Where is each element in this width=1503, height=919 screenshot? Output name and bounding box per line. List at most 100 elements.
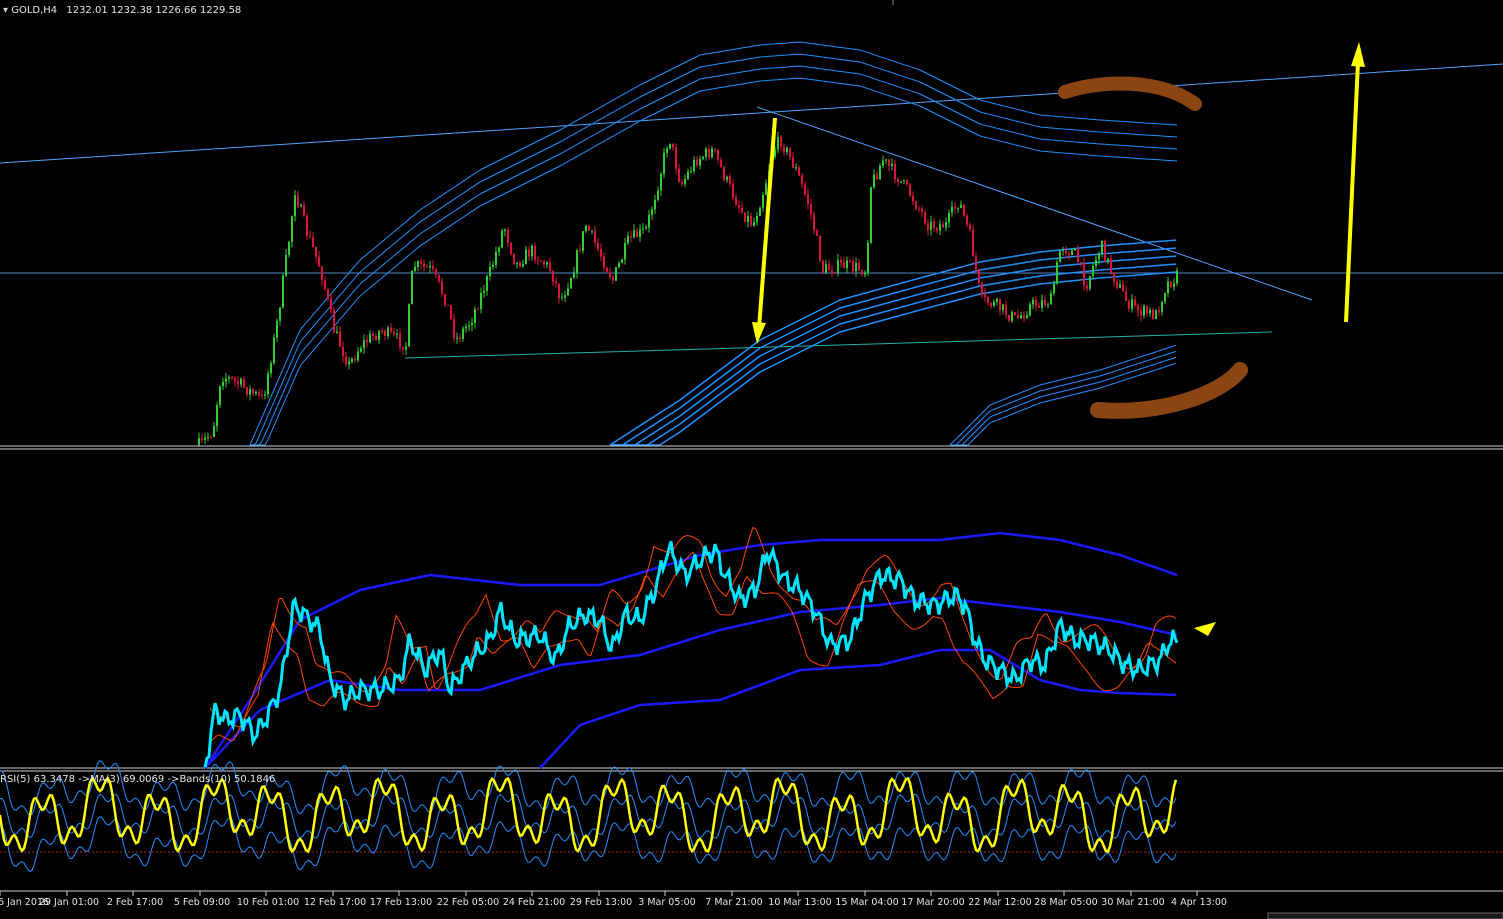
scrollbar[interactable] — [1267, 912, 1503, 919]
candle-body — [1047, 304, 1049, 306]
candle-body — [1170, 281, 1172, 288]
candle-body — [759, 207, 761, 217]
candle-body — [897, 179, 899, 183]
candle-body — [837, 259, 839, 274]
candle-body — [315, 246, 317, 257]
candle-body — [546, 262, 548, 265]
candle-body — [489, 266, 491, 276]
candle-body — [669, 143, 671, 149]
time-tick-label: 29 Jan 01:00 — [39, 897, 99, 908]
candle-body — [765, 183, 767, 195]
candle-body — [378, 330, 380, 340]
time-tick-label: 5 Feb 09:00 — [174, 897, 230, 908]
candle-body — [864, 272, 866, 275]
candle-body — [1173, 283, 1175, 288]
candle-body — [699, 159, 701, 166]
candle-body — [408, 304, 410, 347]
candle-body — [1125, 291, 1127, 301]
candle-body — [219, 386, 221, 406]
candle-body — [486, 275, 488, 291]
candle-body — [792, 157, 794, 168]
candle-body — [777, 137, 779, 150]
candle-body — [204, 437, 206, 440]
candle-body — [1065, 250, 1067, 254]
candle-body — [1143, 305, 1145, 316]
candle-body — [981, 282, 983, 294]
candle-body — [198, 438, 200, 445]
candle-body — [348, 361, 350, 365]
candle-body — [939, 224, 941, 231]
candle-body — [609, 271, 611, 277]
time-tick-label: 12 Feb 17:00 — [304, 897, 366, 908]
candle-body — [624, 243, 626, 260]
candle-body — [915, 201, 917, 209]
candle-body — [813, 213, 815, 231]
candle-body — [216, 405, 218, 427]
candle-body — [528, 249, 530, 257]
candle-body — [1155, 310, 1157, 320]
candle-body — [696, 159, 698, 166]
candle-body — [258, 392, 260, 395]
candle-body — [525, 249, 527, 265]
candle-body — [978, 269, 980, 283]
candle-body — [303, 204, 305, 216]
candle-body — [816, 230, 818, 236]
candle-body — [756, 216, 758, 223]
time-tick-label: 22 Feb 05:00 — [437, 897, 499, 908]
chart-area[interactable]: ▾ GOLD,H4 1232.01 1232.38 1226.66 1229.5… — [0, 0, 1503, 919]
candle-body — [882, 160, 884, 166]
candle-body — [1089, 276, 1091, 289]
candle-body — [747, 216, 749, 222]
candle-body — [369, 334, 371, 343]
candle-body — [936, 227, 938, 231]
candle-body — [933, 221, 935, 228]
candle-body — [480, 292, 482, 310]
candle-body — [264, 394, 266, 396]
candle-body — [312, 236, 314, 247]
candle-body — [1041, 300, 1043, 308]
candle-body — [1017, 315, 1019, 319]
candle-body — [588, 225, 590, 231]
candle-body — [1011, 312, 1013, 321]
candle-body — [606, 267, 608, 272]
candle-body — [1050, 293, 1052, 305]
candle-body — [1116, 281, 1118, 288]
candle-body — [531, 245, 533, 257]
candle-body — [996, 298, 998, 302]
candle-body — [459, 337, 461, 339]
candle-body — [684, 178, 686, 185]
candle-body — [789, 147, 791, 158]
candle-body — [990, 303, 992, 307]
candle-body — [960, 204, 962, 208]
candle-body — [237, 380, 239, 385]
candle-body — [1164, 293, 1166, 302]
candle-body — [1113, 272, 1115, 282]
candle-body — [741, 207, 743, 213]
candle-body — [462, 328, 464, 339]
candle-body — [465, 326, 467, 329]
candle-body — [801, 175, 803, 185]
candle-body — [597, 242, 599, 250]
candle-body — [744, 212, 746, 222]
candle-body — [552, 270, 554, 282]
candle-body — [231, 377, 233, 379]
candle-body — [720, 159, 722, 168]
candle-body — [723, 167, 725, 181]
candle-body — [1032, 299, 1034, 305]
time-tick-label: 24 Feb 21:00 — [503, 897, 565, 908]
candle-body — [987, 296, 989, 304]
candle-body — [738, 205, 740, 208]
candle-body — [1056, 262, 1058, 284]
candle-body — [1044, 300, 1046, 305]
candle-body — [201, 438, 203, 440]
candle-body — [1053, 283, 1055, 294]
candle-body — [708, 148, 710, 158]
candle-body — [594, 230, 596, 243]
candle-body — [468, 324, 470, 327]
candle-body — [252, 388, 254, 394]
candle-body — [1086, 285, 1088, 289]
candle-body — [633, 230, 635, 238]
candle-body — [705, 148, 707, 157]
candle-body — [267, 373, 269, 395]
candle-body — [852, 260, 854, 271]
